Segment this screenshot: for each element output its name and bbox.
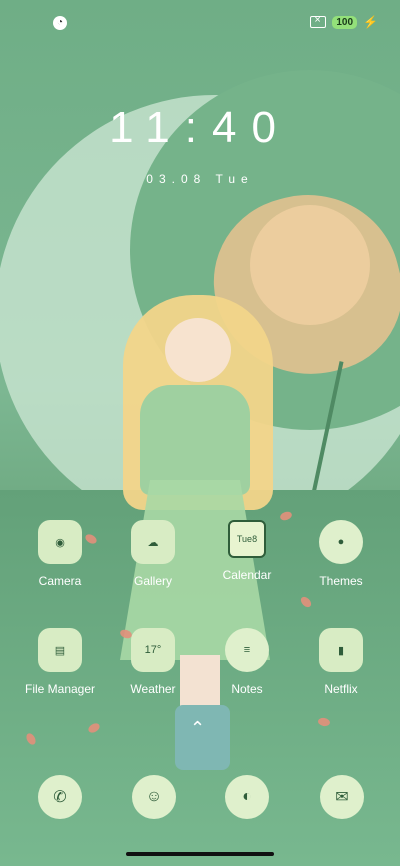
app-weather[interactable]: 17° Weather	[103, 628, 203, 696]
app-notes[interactable]: ≡ Notes	[197, 628, 297, 696]
notes-icon: ≡	[225, 628, 269, 672]
camera-icon: ◉	[38, 520, 82, 564]
home-indicator[interactable]	[126, 852, 274, 856]
app-calendar[interactable]: Tue 8 Calendar	[197, 520, 297, 582]
app-file-manager[interactable]: ▤ File Manager	[10, 628, 110, 696]
messages-icon[interactable]: ✉	[320, 775, 364, 819]
clock-time: 11:40	[109, 103, 291, 152]
calendar-icon: Tue 8	[228, 520, 266, 558]
weather-temp: 17°	[144, 644, 162, 656]
app-netflix[interactable]: ▮ Netflix	[291, 628, 391, 696]
clock-date: 03.08 Tue	[146, 172, 254, 186]
app-label: Themes	[319, 574, 363, 588]
netflix-icon: ▮	[319, 628, 363, 672]
battery-level: 100	[332, 15, 358, 29]
app-label: File Manager	[24, 682, 96, 696]
wallpaper-girl-top	[140, 385, 250, 495]
app-themes[interactable]: ● Themes	[291, 520, 391, 588]
app-label: Gallery	[133, 574, 172, 588]
wallpaper-girl-face	[165, 318, 231, 382]
app-label: Weather	[130, 682, 176, 696]
browser-icon[interactable]: ◐	[225, 775, 269, 819]
gallery-icon: ☁	[131, 520, 175, 564]
chevron-up-icon[interactable]: ⌃	[190, 718, 205, 739]
status-bar: ◔ 100 ⚡	[0, 0, 400, 44]
no-sim-icon	[310, 14, 327, 28]
contacts-icon[interactable]: ☺	[132, 775, 176, 819]
palette-icon: ●	[319, 520, 363, 564]
phone-icon[interactable]: ✆	[38, 775, 82, 819]
notification-icon: ◔	[53, 16, 67, 30]
wallpaper-rose-center	[250, 205, 370, 325]
app-label: Netflix	[324, 682, 358, 696]
calendar-day: Tue	[236, 533, 253, 544]
folder-icon: ▤	[38, 628, 82, 672]
weather-icon: 17°	[131, 628, 175, 672]
app-label: Notes	[231, 682, 263, 696]
app-label: Camera	[38, 574, 82, 588]
app-gallery[interactable]: ☁ Gallery	[103, 520, 203, 588]
app-camera[interactable]: ◉ Camera	[10, 520, 110, 588]
calendar-date: 8	[252, 533, 258, 544]
charging-bolt-icon: ⚡	[363, 15, 378, 29]
app-label: Calendar	[222, 568, 272, 582]
status-right: 100 ⚡	[310, 14, 378, 29]
